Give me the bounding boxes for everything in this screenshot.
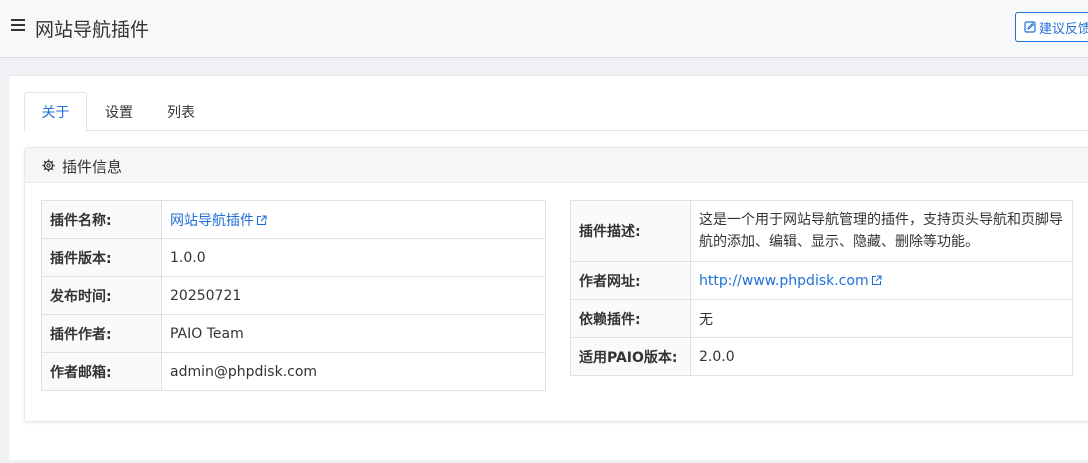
author-website-label: 作者网址: bbox=[570, 261, 691, 300]
plugin-author-value: PAIO Team bbox=[161, 314, 546, 353]
dependency-label: 依赖插件: bbox=[570, 299, 691, 338]
plugin-name-label: 插件名称: bbox=[41, 200, 162, 239]
plugin-version-value: 1.0.0 bbox=[161, 238, 546, 277]
gear-icon bbox=[42, 159, 55, 172]
feedback-button[interactable]: 建议反馈 bbox=[1015, 12, 1088, 42]
plugin-name-link[interactable]: 网站导航插件 bbox=[170, 213, 267, 229]
dependency-value: 无 bbox=[690, 299, 1073, 338]
table-row: 作者网址: http://www.phpdisk.com bbox=[570, 261, 1073, 300]
table-row: 插件名称: 网站导航插件 bbox=[41, 200, 546, 239]
plugin-info-panel: 插件信息 插件名称: 网站导航插件 插件版本: 1.0.0 发布时间: 2025… bbox=[24, 147, 1088, 422]
page-header: 网站导航插件 建议反馈 bbox=[0, 0, 1088, 58]
tab-bar: 关于 设置 列表 bbox=[24, 92, 1088, 132]
plugin-name-value: 网站导航插件 bbox=[170, 212, 254, 229]
table-row: 插件版本: 1.0.0 bbox=[41, 238, 546, 277]
author-website-value: http://www.phpdisk.com bbox=[699, 272, 869, 289]
external-link-icon bbox=[871, 274, 882, 285]
table-row: 适用PAIO版本: 2.0.0 bbox=[570, 337, 1073, 376]
plugin-info-table-left: 插件名称: 网站导航插件 插件版本: 1.0.0 发布时间: 20250721 … bbox=[41, 200, 546, 391]
author-email-label: 作者邮箱: bbox=[41, 352, 162, 391]
table-row: 依赖插件: 无 bbox=[570, 299, 1073, 338]
tab-list[interactable]: 列表 bbox=[152, 92, 210, 131]
release-date-label: 发布时间: bbox=[41, 276, 162, 315]
author-email-value: admin@phpdisk.com bbox=[161, 352, 546, 391]
plugin-name-cell: 网站导航插件 bbox=[161, 200, 546, 239]
plugin-description-label: 插件描述: bbox=[570, 200, 691, 262]
plugin-version-label: 插件版本: bbox=[41, 238, 162, 277]
feedback-button-label: 建议反馈 bbox=[1039, 21, 1088, 37]
paio-version-value: 2.0.0 bbox=[690, 337, 1073, 376]
main-card: 关于 设置 列表 插件信息 插件名称: 网站导航插件 插件版本: 1.0.0 发… bbox=[9, 75, 1088, 460]
release-date-value: 20250721 bbox=[161, 276, 546, 315]
tab-about[interactable]: 关于 bbox=[24, 92, 87, 132]
table-row: 插件描述: 这是一个用于网站导航管理的插件，支持页头导航和页脚导航的添加、编辑、… bbox=[570, 200, 1073, 262]
tab-settings[interactable]: 设置 bbox=[90, 92, 148, 131]
edit-icon bbox=[1024, 21, 1036, 33]
plugin-author-label: 插件作者: bbox=[41, 314, 162, 353]
plugin-description-value: 这是一个用于网站导航管理的插件，支持页头导航和页脚导航的添加、编辑、显示、隐藏、… bbox=[690, 200, 1073, 262]
page-title: 网站导航插件 bbox=[35, 19, 150, 41]
hamburger-menu-icon[interactable] bbox=[11, 19, 25, 33]
plugin-info-table-right: 插件描述: 这是一个用于网站导航管理的插件，支持页头导航和页脚导航的添加、编辑、… bbox=[570, 200, 1073, 376]
table-row: 发布时间: 20250721 bbox=[41, 276, 546, 315]
panel-title: 插件信息 bbox=[62, 158, 123, 176]
paio-version-label: 适用PAIO版本: bbox=[570, 337, 691, 376]
external-link-icon bbox=[256, 214, 267, 225]
author-website-link[interactable]: http://www.phpdisk.com bbox=[699, 273, 882, 289]
panel-header: 插件信息 bbox=[25, 148, 1088, 183]
table-row: 插件作者: PAIO Team bbox=[41, 314, 546, 353]
author-website-cell: http://www.phpdisk.com bbox=[690, 261, 1073, 300]
table-row: 作者邮箱: admin@phpdisk.com bbox=[41, 352, 546, 391]
